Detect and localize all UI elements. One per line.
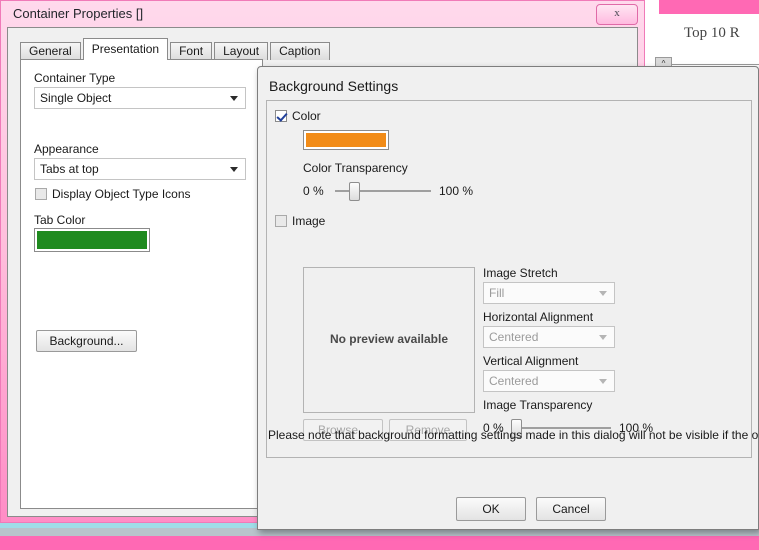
- vertical-alignment-select[interactable]: Centered: [483, 370, 615, 392]
- checkbox-box: [275, 215, 287, 227]
- background-bottom-pink-bar: [0, 536, 759, 550]
- ok-button[interactable]: OK: [456, 497, 526, 521]
- horizontal-alignment-value: Centered: [489, 330, 539, 344]
- display-object-type-icons-label: Display Object Type Icons: [52, 187, 191, 201]
- appearance-label: Appearance: [34, 142, 99, 156]
- color-checkbox[interactable]: Color: [275, 109, 321, 123]
- slider-thumb[interactable]: [348, 182, 360, 201]
- color-transparency-slider[interactable]: 0 % 100 %: [303, 181, 473, 201]
- tab-color-label: Tab Color: [34, 213, 86, 227]
- background-settings-note: Please note that background formatting s…: [268, 428, 759, 442]
- horizontal-alignment-label: Horizontal Alignment: [483, 310, 594, 324]
- container-type-label: Container Type: [34, 71, 116, 85]
- display-object-type-icons-checkbox[interactable]: Display Object Type Icons: [35, 187, 191, 201]
- appearance-value: Tabs at top: [40, 162, 99, 176]
- tab-general[interactable]: General: [20, 42, 81, 60]
- image-preview-box: No preview available: [303, 267, 475, 413]
- checkbox-box: [35, 188, 47, 200]
- image-transparency-label: Image Transparency: [483, 398, 593, 412]
- container-properties-titlebar[interactable]: Container Properties [] x: [1, 1, 644, 27]
- background-settings-dialog: Background Settings Color Color Transpar…: [257, 66, 759, 530]
- background-color-swatch[interactable]: [303, 130, 389, 150]
- background-button[interactable]: Background...: [36, 330, 137, 352]
- color-transparency-min: 0 %: [303, 184, 324, 198]
- background-color-fill: [306, 133, 386, 147]
- tab-font[interactable]: Font: [170, 42, 213, 60]
- vertical-alignment-label: Vertical Alignment: [483, 354, 579, 368]
- tab-caption[interactable]: Caption: [270, 42, 330, 60]
- close-icon[interactable]: x: [596, 4, 638, 25]
- background-app-title: Top 10 R: [684, 25, 740, 41]
- image-checkbox[interactable]: Image: [275, 214, 325, 228]
- vertical-alignment-value: Centered: [489, 374, 539, 388]
- checkbox-box: [275, 110, 287, 122]
- background-settings-group: Color Color Transparency 0 % 100 % Image…: [266, 100, 752, 458]
- tab-color-fill: [37, 231, 147, 249]
- color-checkbox-label: Color: [292, 109, 321, 123]
- chevron-down-icon: [230, 167, 238, 172]
- cancel-button[interactable]: Cancel: [536, 497, 606, 521]
- chevron-down-icon: [230, 96, 238, 101]
- chevron-down-icon: [599, 335, 607, 340]
- chevron-down-icon: [599, 291, 607, 296]
- image-stretch-label: Image Stretch: [483, 266, 558, 280]
- tab-color-swatch[interactable]: [34, 228, 150, 252]
- color-transparency-label: Color Transparency: [303, 161, 408, 175]
- background-settings-heading: Background Settings: [269, 78, 399, 94]
- color-transparency-max: 100 %: [439, 184, 474, 198]
- chevron-down-icon: [599, 379, 607, 384]
- image-preview-text: No preview available: [329, 332, 449, 346]
- image-stretch-value: Fill: [489, 286, 505, 300]
- image-checkbox-label: Image: [292, 214, 326, 228]
- tab-presentation[interactable]: Presentation: [82, 38, 169, 60]
- appearance-select[interactable]: Tabs at top: [34, 158, 246, 180]
- horizontal-alignment-select[interactable]: Centered: [483, 326, 615, 348]
- presentation-tab-page: Container Type Single Object Appearance …: [20, 59, 263, 509]
- tab-layout[interactable]: Layout: [214, 42, 269, 60]
- container-type-select[interactable]: Single Object: [34, 87, 246, 109]
- tab-strip: General Presentation Font Layout Caption: [20, 38, 332, 60]
- image-stretch-select[interactable]: Fill: [483, 282, 615, 304]
- container-type-value: Single Object: [40, 91, 112, 105]
- window-title: Container Properties []: [13, 6, 144, 21]
- background-pink-strip: [659, 0, 759, 14]
